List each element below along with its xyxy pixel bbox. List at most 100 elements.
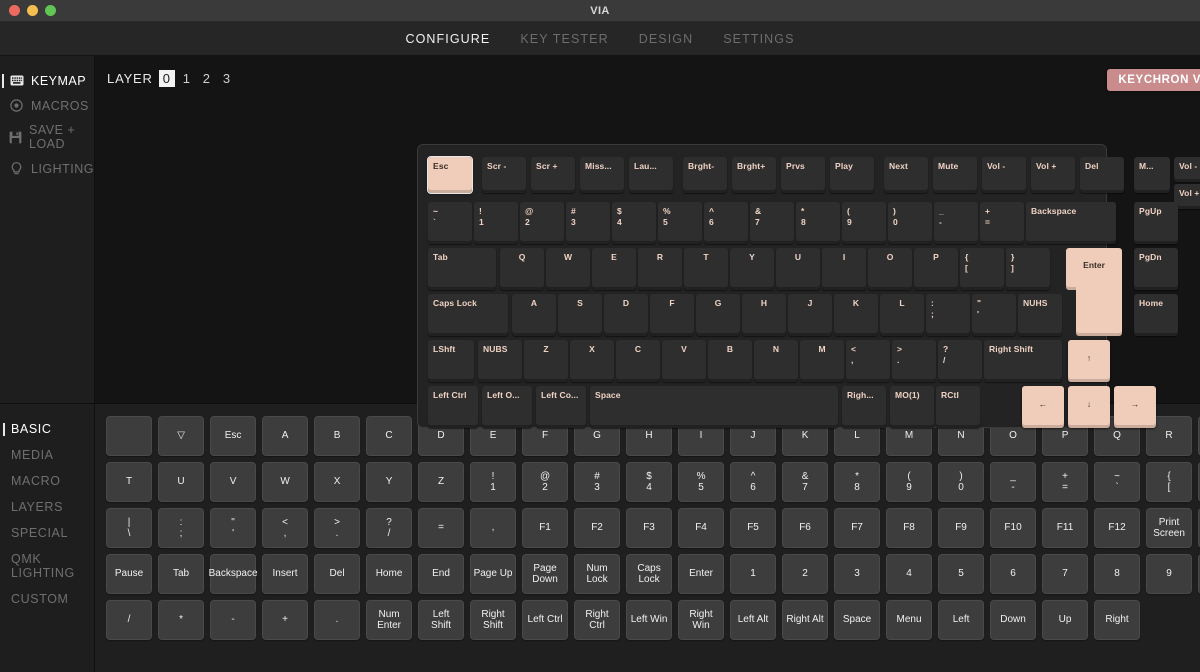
picker-key[interactable]: ) 0: [938, 462, 985, 502]
picker-key[interactable]: Esc: [210, 416, 257, 456]
picker-key[interactable]: Caps Lock: [626, 554, 673, 594]
keyboard-key-enter[interactable]: Enter: [1066, 248, 1123, 336]
keyboard-key[interactable]: # 3: [566, 202, 611, 244]
keyboard-key[interactable]: U: [776, 248, 821, 290]
keyboard-key[interactable]: $ 4: [612, 202, 657, 244]
picker-key[interactable]: F2: [574, 508, 621, 548]
keyboard-key[interactable]: Lau...: [629, 157, 674, 193]
tab-key-tester[interactable]: KEY TESTER: [520, 32, 608, 46]
sidebar-item-save-load[interactable]: SAVE + LOAD: [0, 118, 94, 156]
keyboard-key[interactable]: " ': [972, 294, 1017, 336]
keyboard-key[interactable]: Y: [730, 248, 775, 290]
keyboard-key[interactable]: Prvs: [781, 157, 826, 193]
keyboard-key[interactable]: ↑: [1068, 340, 1111, 382]
picker-key[interactable]: Backspace: [209, 554, 258, 594]
picker-key[interactable]: Home: [366, 554, 413, 594]
keyboard-key[interactable]: PgUp: [1134, 202, 1179, 244]
keyboard-key[interactable]: PgDn: [1134, 248, 1179, 290]
picker-key[interactable]: *: [158, 600, 205, 640]
keyboard-key[interactable]: LShft: [428, 340, 475, 382]
keyboard-key[interactable]: & 7: [750, 202, 795, 244]
picker-key[interactable]: 9: [1146, 554, 1193, 594]
category-layers[interactable]: LAYERS: [0, 494, 94, 520]
keyboard-key[interactable]: Backspace: [1026, 202, 1117, 244]
keyboard-key[interactable]: X: [570, 340, 615, 382]
picker-key[interactable]: Page Up: [470, 554, 517, 594]
keyboard-key[interactable]: Vol -: [1174, 157, 1200, 182]
picker-key[interactable]: + =: [1042, 462, 1089, 502]
picker-key[interactable]: V: [210, 462, 257, 502]
picker-key[interactable]: W: [262, 462, 309, 502]
keyboard-key[interactable]: Brght-: [683, 157, 728, 193]
picker-key[interactable]: 7: [1042, 554, 1089, 594]
keyboard-key[interactable]: L: [880, 294, 925, 336]
keyboard-key[interactable]: MO(1): [890, 386, 935, 428]
sidebar-item-keymap[interactable]: KEYMAP: [0, 68, 94, 93]
picker-key[interactable]: F6: [782, 508, 829, 548]
keyboard-key[interactable]: ? /: [938, 340, 983, 382]
picker-key[interactable]: 2: [782, 554, 829, 594]
picker-key[interactable]: F9: [938, 508, 985, 548]
picker-key[interactable]: U: [158, 462, 205, 502]
keyboard-key[interactable]: @ 2: [520, 202, 565, 244]
picker-key[interactable]: A: [262, 416, 309, 456]
picker-key[interactable]: T: [106, 462, 153, 502]
keyboard-key[interactable]: Righ...: [842, 386, 887, 428]
keyboard-key[interactable]: ( 9: [842, 202, 887, 244]
picker-key[interactable]: F5: [730, 508, 777, 548]
picker-key[interactable]: Right Win: [678, 600, 725, 640]
keyboard-key[interactable]: ~ `: [428, 202, 473, 244]
keyboard-key[interactable]: F: [650, 294, 695, 336]
keyboard-key[interactable]: Scr +: [531, 157, 576, 193]
picker-key[interactable]: Y: [366, 462, 413, 502]
keyboard-key[interactable]: : ;: [926, 294, 971, 336]
picker-key[interactable]: 5: [938, 554, 985, 594]
picker-key[interactable]: -: [210, 600, 257, 640]
keyboard-key[interactable]: NUBS: [478, 340, 523, 382]
keyboard-key[interactable]: D: [604, 294, 649, 336]
picker-key[interactable]: Del: [314, 554, 361, 594]
picker-key[interactable]: Left Ctrl: [522, 600, 569, 640]
keyboard-selector-chip[interactable]: KEYCHRON V1: [1107, 69, 1200, 91]
picker-key[interactable]: Z: [418, 462, 465, 502]
picker-key[interactable]: Enter: [678, 554, 725, 594]
picker-key[interactable]: .: [314, 600, 361, 640]
picker-key[interactable]: Right Ctrl: [574, 600, 621, 640]
category-basic[interactable]: BASIC: [0, 416, 94, 442]
picker-key[interactable]: F12: [1094, 508, 1141, 548]
keyboard-key[interactable]: Mute: [933, 157, 978, 193]
category-qmk-lighting[interactable]: QMK LIGHTING: [0, 546, 94, 586]
picker-key[interactable]: 8: [1094, 554, 1141, 594]
picker-key[interactable]: F4: [678, 508, 725, 548]
picker-key[interactable]: Left Alt: [730, 600, 777, 640]
picker-key[interactable]: Space: [834, 600, 881, 640]
keyboard-key[interactable]: K: [834, 294, 879, 336]
keyboard-key[interactable]: P: [914, 248, 959, 290]
keyboard-key[interactable]: Space: [590, 386, 839, 428]
picker-key[interactable]: C: [366, 416, 413, 456]
keyboard-key[interactable]: RCtl: [936, 386, 981, 428]
keyboard-key[interactable]: Vol +: [1031, 157, 1076, 193]
keyboard-key[interactable]: Play: [830, 157, 875, 193]
category-media[interactable]: MEDIA: [0, 442, 94, 468]
picker-key[interactable]: +: [262, 600, 309, 640]
sidebar-item-lighting[interactable]: LIGHTING: [0, 156, 94, 181]
keyboard-key[interactable]: ! 1: [474, 202, 519, 244]
picker-key[interactable]: ? /: [366, 508, 413, 548]
keyboard-key[interactable]: ←: [1022, 386, 1065, 428]
keyboard-key[interactable]: M...: [1134, 157, 1171, 193]
keyboard-key[interactable]: ) 0: [888, 202, 933, 244]
category-custom[interactable]: CUSTOM: [0, 586, 94, 612]
sidebar-item-macros[interactable]: MACROS: [0, 93, 94, 118]
keyboard-key[interactable]: Right Shift: [984, 340, 1063, 382]
keyboard-key[interactable]: O: [868, 248, 913, 290]
keyboard-key[interactable]: NUHS: [1018, 294, 1063, 336]
picker-key[interactable]: [106, 416, 153, 456]
layer-button-2[interactable]: 2: [199, 70, 215, 87]
picker-key[interactable]: End: [418, 554, 465, 594]
keyboard-key[interactable]: Del: [1080, 157, 1125, 193]
keyboard-key[interactable]: S: [558, 294, 603, 336]
picker-key[interactable]: F3: [626, 508, 673, 548]
picker-key[interactable]: F8: [886, 508, 933, 548]
keyboard-key[interactable]: T: [684, 248, 729, 290]
